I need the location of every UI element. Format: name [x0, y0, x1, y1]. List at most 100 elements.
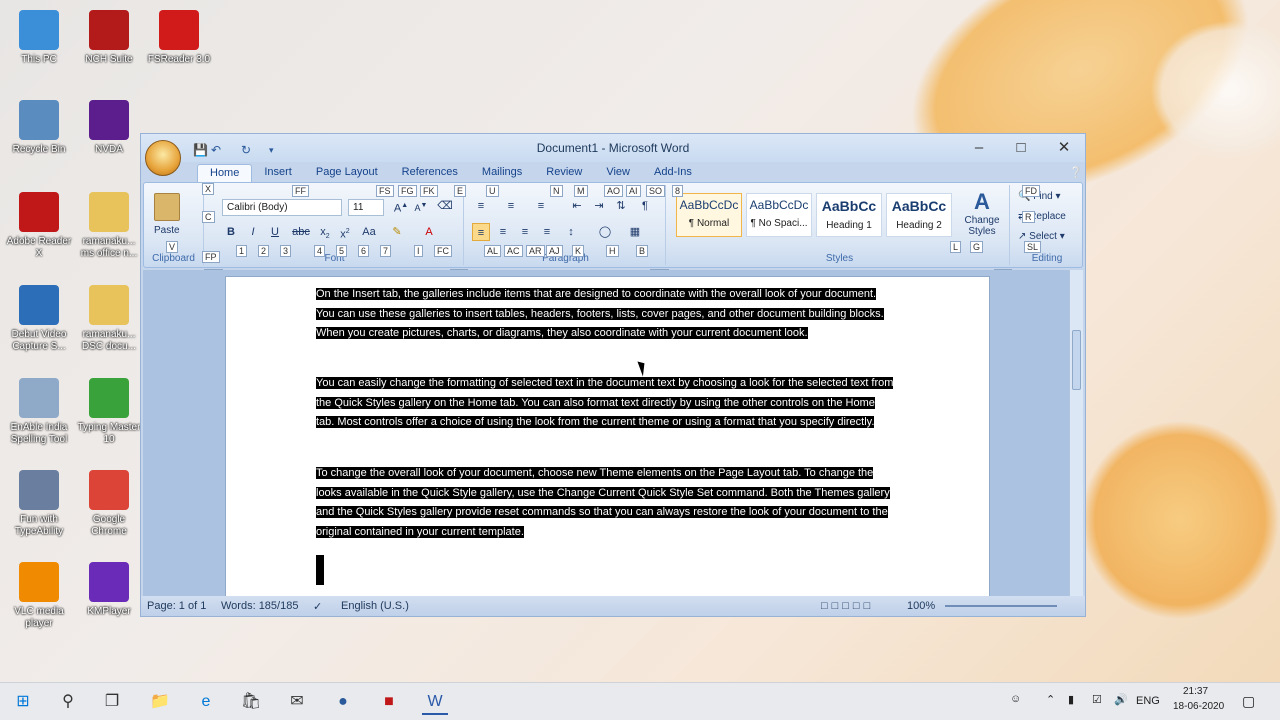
numbering-icon[interactable]: ≡ [502, 197, 520, 215]
person-icon[interactable]: ☺ [1010, 693, 1021, 705]
tab-home[interactable]: Home [197, 164, 253, 182]
style-sample: AaBbCc [821, 198, 877, 214]
paragraph-3[interactable]: To change the overall look of your docum… [316, 464, 896, 542]
desktop-icon-nvda[interactable]: NVDA [76, 100, 142, 156]
show-formatting-icon[interactable]: ¶ [636, 197, 654, 215]
recorder-taskbar-icon[interactable]: ■ [376, 689, 402, 715]
tab-mailings[interactable]: Mailings [470, 164, 534, 182]
help-icon[interactable]: ❔ [1069, 166, 1083, 179]
desktop-icon-nch[interactable]: NCH Suite [76, 10, 142, 66]
desktop-icon-recycle-bin[interactable]: Recycle Bin [6, 100, 72, 156]
align-right-icon[interactable]: ≡ [516, 223, 534, 241]
style-tile[interactable]: AaBbCc Heading 2 [886, 193, 952, 237]
desktop-icon-enable[interactable]: EnAble India Spelling Tool [6, 378, 72, 446]
clock-time[interactable]: 21:37 [1183, 686, 1208, 697]
vertical-scrollbar[interactable] [1069, 270, 1083, 598]
bullets-icon[interactable]: ≡ [472, 197, 490, 215]
desktop-icon-typeability[interactable]: Fun with TypeAbility [6, 470, 72, 538]
grow-font-icon[interactable]: A▲ [392, 197, 410, 215]
nvda-taskbar-icon[interactable]: ● [330, 689, 356, 715]
shading-icon[interactable]: ◯ [596, 223, 614, 241]
document-page[interactable]: On the Insert tab, the galleries include… [225, 276, 990, 598]
file-explorer-icon[interactable]: 📁 [147, 689, 173, 715]
font-name-combo[interactable]: Calibri (Body) [222, 199, 342, 216]
strikethrough-icon[interactable]: abc [292, 223, 310, 241]
page-count[interactable]: Page: 1 of 1 [147, 600, 206, 612]
tab-insert[interactable]: Insert [252, 164, 304, 182]
language-status[interactable]: English (U.S.) [341, 600, 409, 612]
zoom-level[interactable]: 100% [907, 600, 935, 612]
style-tile[interactable]: AaBbCcDc ¶ No Spaci... [746, 193, 812, 237]
tab-references[interactable]: References [390, 164, 470, 182]
paste-button[interactable]: Paste [154, 225, 180, 236]
edge-icon[interactable]: e [193, 689, 219, 715]
change-styles-button[interactable]: A Change Styles [960, 189, 1004, 237]
shrink-font-icon[interactable]: A▼ [412, 197, 430, 215]
style-tile[interactable]: AaBbCc Heading 1 [816, 193, 882, 237]
superscript-icon[interactable]: x2 [336, 223, 354, 241]
subscript-icon[interactable]: x2 [316, 223, 334, 241]
minimize-button[interactable]: – [964, 138, 994, 158]
align-center-icon[interactable]: ≡ [494, 223, 512, 241]
task-view-icon[interactable]: ❐ [99, 689, 125, 715]
maximize-button[interactable]: □ [1006, 138, 1036, 158]
desktop-icon-pdf[interactable]: Adobe Reader X [6, 192, 72, 260]
font-color-icon[interactable]: A [420, 223, 438, 241]
italic-icon[interactable]: I [244, 223, 262, 241]
tab-add-ins[interactable]: Add-Ins [642, 164, 704, 182]
sort-icon[interactable]: ⇅ [612, 197, 630, 215]
word-count[interactable]: Words: 185/185 [221, 600, 298, 612]
desktop-icon-book[interactable]: FSReader 3.0 [146, 10, 212, 66]
change-case-icon[interactable]: Aa [360, 223, 378, 241]
multilevel-list-icon[interactable]: ≡ [532, 197, 550, 215]
battery-icon[interactable]: ▮ [1068, 693, 1074, 706]
word-window: 💾 ↶ ↻ ▾ Document1 - Microsoft Word – □ ✕… [140, 133, 1086, 617]
justify-icon[interactable]: ≡ [538, 223, 556, 241]
desktop-icon-vlc[interactable]: VLC media player [6, 562, 72, 630]
highlight-icon[interactable]: ✎ [388, 223, 406, 241]
desktop-icon-typing[interactable]: Typing Master 10 [76, 378, 142, 446]
view-buttons[interactable]: □□□□□ [821, 600, 874, 612]
underline-icon[interactable]: U [266, 223, 284, 241]
desktop-icon-chrome[interactable]: Google Chrome [76, 470, 142, 538]
start-button[interactable]: ⊞ [10, 689, 36, 715]
store-icon[interactable]: 🛍 [238, 689, 264, 715]
tray-chevron-icon[interactable]: ⌃ [1046, 693, 1055, 706]
desktop-icon-kmplayer[interactable]: KMPlayer [76, 562, 142, 618]
paragraph-2[interactable]: You can easily change the formatting of … [316, 374, 896, 433]
paragraph-1[interactable]: On the Insert tab, the galleries include… [316, 285, 896, 344]
desktop-icon-folder[interactable]: ramanaku... DSC docu... [76, 285, 142, 353]
close-button[interactable]: ✕ [1049, 138, 1079, 158]
desktop-icon-folder[interactable]: ramanaku... ms office n... [76, 192, 142, 260]
mail-icon[interactable]: ✉ [284, 689, 310, 715]
keytip-badge: M [574, 185, 588, 197]
tab-review[interactable]: Review [534, 164, 594, 182]
style-tile[interactable]: AaBbCcDc ¶ Normal [676, 193, 742, 237]
network-icon[interactable]: ☑ [1092, 693, 1102, 706]
notifications-icon[interactable]: ▢ [1242, 693, 1255, 710]
paste-icon[interactable] [154, 193, 180, 221]
tab-view[interactable]: View [594, 164, 642, 182]
typing-icon [89, 378, 129, 418]
decrease-indent-icon[interactable]: ⇤ [568, 197, 586, 215]
bold-icon[interactable]: B [222, 223, 240, 241]
search-icon[interactable]: ⚲ [55, 689, 81, 715]
styles-label: Styles [825, 253, 854, 264]
zoom-slider[interactable] [945, 605, 1057, 607]
align-left-icon[interactable]: ≡ [472, 223, 490, 241]
clock-date[interactable]: 18-06-2020 [1173, 701, 1224, 712]
desktop-icon-monitor[interactable]: This PC [6, 10, 72, 66]
increase-indent-icon[interactable]: ⇥ [590, 197, 608, 215]
clear-formatting-icon[interactable]: ⌫ [436, 197, 454, 215]
language-indicator[interactable]: ENG [1136, 695, 1160, 707]
line-spacing-icon[interactable]: ↕ [562, 223, 580, 241]
word-taskbar-icon[interactable]: W [422, 689, 448, 715]
desktop-icon-film[interactable]: Debut Video Capture S... [6, 285, 72, 353]
volume-icon[interactable]: 🔊 [1114, 693, 1128, 706]
style-name: ¶ Normal [688, 218, 730, 229]
borders-icon[interactable]: ▦ [626, 223, 644, 241]
tab-page-layout[interactable]: Page Layout [304, 164, 390, 182]
scroll-thumb[interactable] [1072, 330, 1081, 390]
proofing-icon[interactable]: ✓ [313, 600, 322, 613]
font-size-combo[interactable]: 11 [348, 199, 384, 216]
